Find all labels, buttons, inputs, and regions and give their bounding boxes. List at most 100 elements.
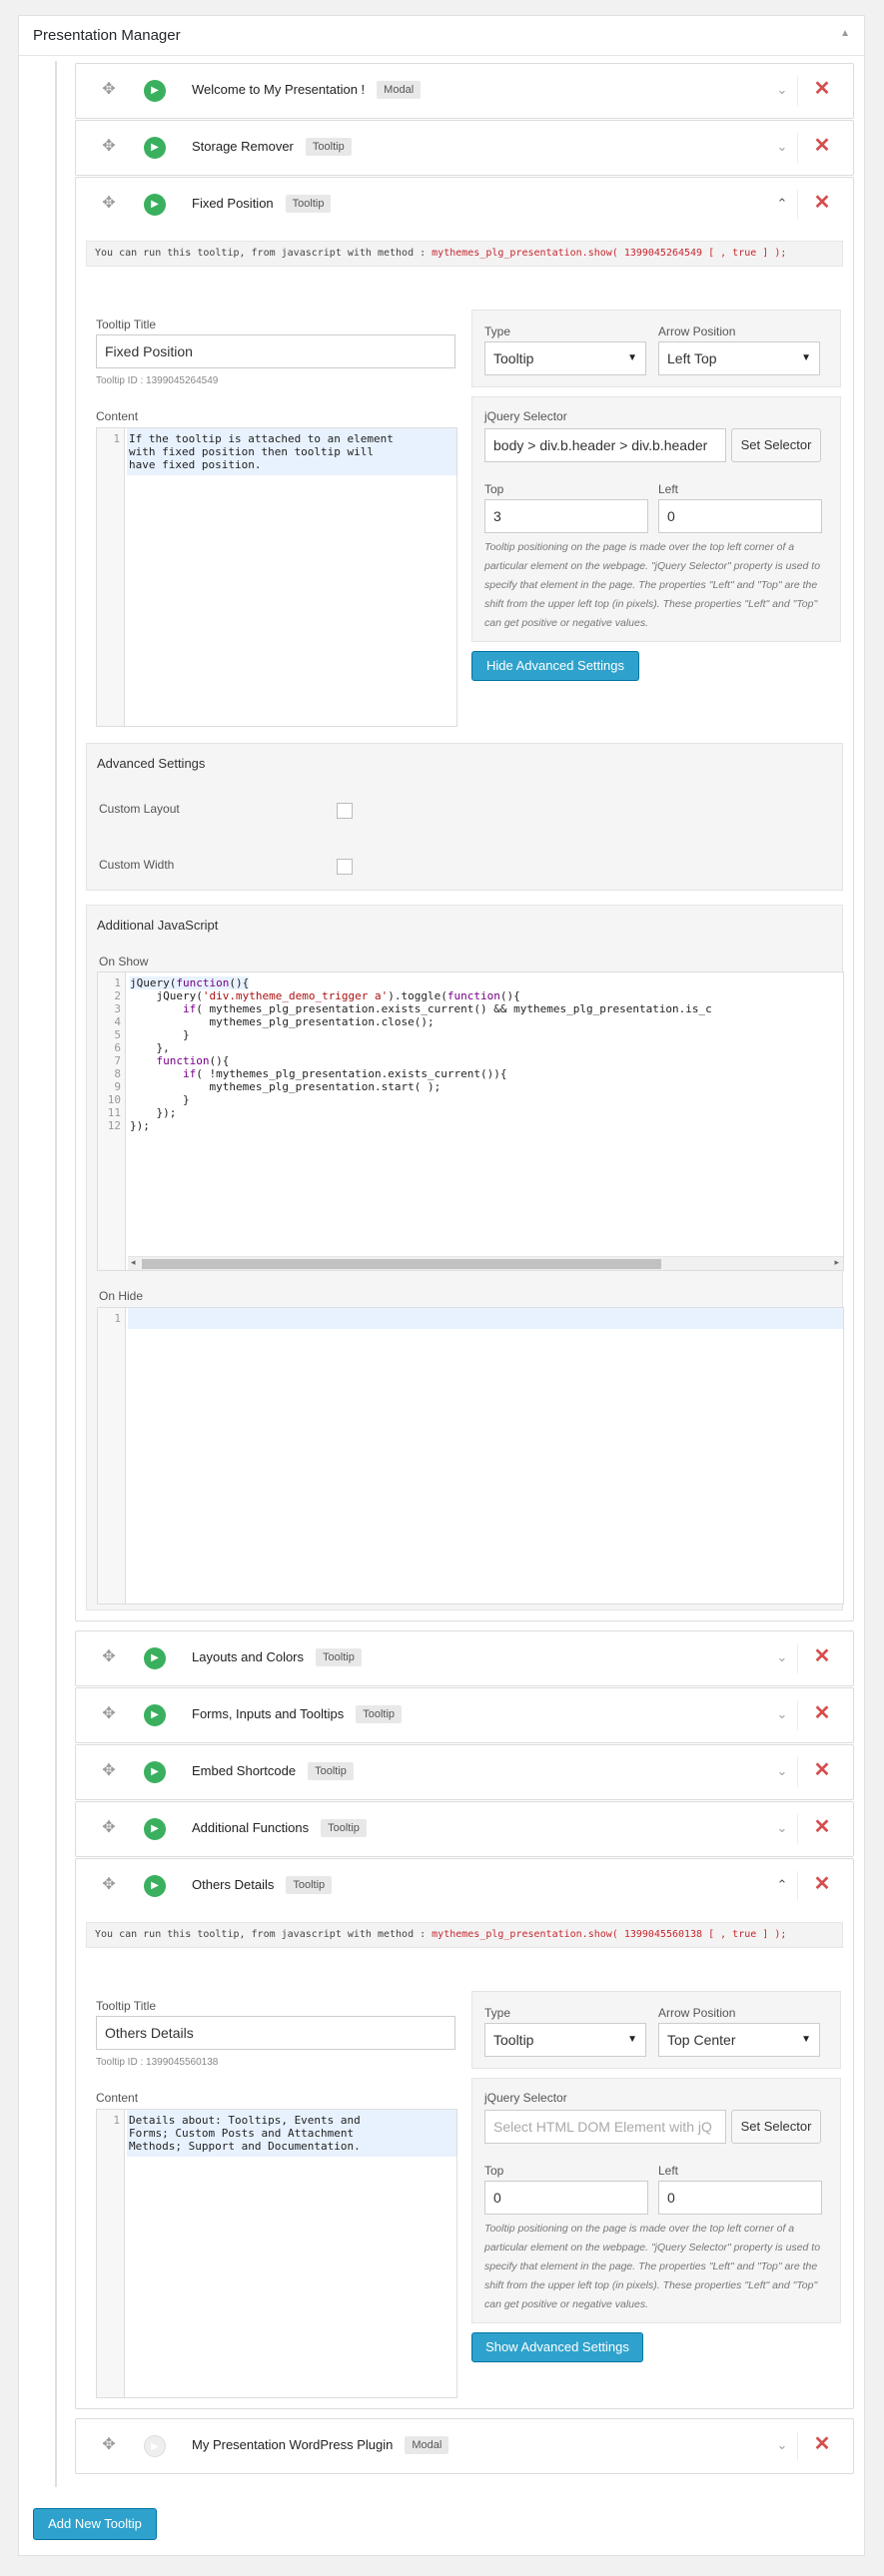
drag-handle-icon[interactable]: ✥ <box>100 1762 118 1780</box>
tooltip-item: ✥ ▶ Additional Functions Tooltip ⌄ ✕ <box>75 1801 854 1857</box>
play-icon[interactable]: ▶ <box>144 80 166 102</box>
arrow-position-label: Arrow Position <box>658 2006 736 2020</box>
type-select[interactable]: Tooltip ▼ <box>484 2023 646 2057</box>
presentation-manager: Presentation Manager ▲ ✥ ▶ Welcome to My… <box>18 15 865 2556</box>
drag-handle-icon[interactable]: ✥ <box>100 1705 118 1723</box>
drag-handle-icon[interactable]: ✥ <box>100 1648 118 1666</box>
timeline-line <box>55 61 57 2487</box>
item-bar[interactable]: ✥ ▶ Welcome to My Presentation ! Modal ⌄ … <box>76 64 853 118</box>
delete-icon[interactable]: ✕ <box>811 78 833 100</box>
chevron-up-icon[interactable]: ⌃ <box>773 1876 791 1894</box>
chevron-down-icon[interactable]: ⌄ <box>773 1705 791 1723</box>
item-title: My Presentation WordPress Plugin Modal <box>192 2436 449 2455</box>
delete-icon[interactable]: ✕ <box>811 2433 833 2455</box>
show-advanced-settings-button[interactable]: Show Advanced Settings <box>471 2332 643 2362</box>
content-editor[interactable]: 1 If the tooltip is attached to an eleme… <box>96 427 457 727</box>
chevron-down-icon[interactable]: ⌄ <box>773 2436 791 2454</box>
chevron-down-icon[interactable]: ⌄ <box>773 1762 791 1780</box>
play-icon[interactable]: ▶ <box>144 1875 166 1897</box>
play-icon[interactable]: ▶ <box>144 1818 166 1840</box>
delete-icon[interactable]: ✕ <box>811 1702 833 1724</box>
drag-handle-icon[interactable]: ✥ <box>100 138 118 156</box>
left-input[interactable] <box>658 2181 822 2215</box>
delete-icon[interactable]: ✕ <box>811 1816 833 1838</box>
hide-advanced-settings-button[interactable]: Hide Advanced Settings <box>471 651 639 681</box>
set-selector-button[interactable]: Set Selector <box>731 2110 821 2144</box>
play-icon[interactable]: ▶ <box>144 1647 166 1669</box>
type-badge: Tooltip <box>316 1648 362 1666</box>
custom-layout-checkbox[interactable] <box>337 803 353 819</box>
play-icon-disabled[interactable]: ▶ <box>144 2435 166 2457</box>
chevron-down-icon[interactable]: ⌄ <box>773 138 791 156</box>
delete-icon[interactable]: ✕ <box>811 135 833 157</box>
tooltip-item-expanded: ✥ ▶ Fixed Position Tooltip ⌃ ✕ You can ru… <box>75 177 854 1621</box>
tooltip-item: ✥ ▶ My Presentation WordPress Plugin Moda… <box>75 2418 854 2474</box>
tooltip-title-input[interactable] <box>96 334 455 368</box>
content-editor[interactable]: 1 Details about: Tooltips, Events and Fo… <box>96 2109 457 2398</box>
content-label: Content <box>96 2091 139 2105</box>
item-bar[interactable]: ✥ ▶ My Presentation WordPress Plugin Moda… <box>76 2419 853 2473</box>
type-select[interactable]: Tooltip ▼ <box>484 341 646 375</box>
item-bar[interactable]: ✥ ▶ Forms, Inputs and Tooltips Tooltip ⌄ … <box>76 1688 853 1742</box>
on-show-label: On Show <box>99 955 149 968</box>
arrow-position-select[interactable]: Top Center ▼ <box>658 2023 820 2057</box>
item-bar[interactable]: ✥ ▶ Layouts and Colors Tooltip ⌄ ✕ <box>76 1631 853 1685</box>
top-input[interactable] <box>484 2181 648 2215</box>
jquery-selector-input[interactable] <box>484 428 726 462</box>
drag-handle-icon[interactable]: ✥ <box>100 1819 118 1837</box>
play-icon[interactable]: ▶ <box>144 137 166 159</box>
tooltip-title-input[interactable] <box>96 2016 455 2050</box>
item-bar[interactable]: ✥ ▶ Fixed Position Tooltip ⌃ ✕ <box>76 178 853 232</box>
item-bar[interactable]: ✥ ▶ Additional Functions Tooltip ⌄ ✕ <box>76 1802 853 1856</box>
dropdown-arrow-icon: ▼ <box>801 352 811 363</box>
add-new-tooltip-button[interactable]: Add New Tooltip <box>33 2508 157 2540</box>
chevron-up-icon[interactable]: ⌃ <box>773 195 791 213</box>
arrow-position-select[interactable]: Left Top ▼ <box>658 341 820 375</box>
type-badge: Tooltip <box>286 1876 333 1894</box>
play-icon[interactable]: ▶ <box>144 1761 166 1783</box>
item-bar[interactable]: ✥ ▶ Storage Remover Tooltip ⌄ ✕ <box>76 121 853 175</box>
scrollbar-thumb[interactable] <box>142 1259 661 1269</box>
set-selector-button[interactable]: Set Selector <box>731 428 821 462</box>
play-icon[interactable]: ▶ <box>144 1704 166 1726</box>
advanced-settings-title: Advanced Settings <box>97 756 206 771</box>
position-panel: jQuery Selector Set Selector Top Left To… <box>471 2078 841 2323</box>
drag-handle-icon[interactable]: ✥ <box>100 81 118 99</box>
on-show-editor[interactable]: 1 2 3 4 5 6 7 8 9 10 11 12 jQuery(functi… <box>97 971 844 1271</box>
delete-icon[interactable]: ✕ <box>811 1873 833 1895</box>
jquery-selector-input[interactable] <box>484 2110 726 2144</box>
drag-handle-icon[interactable]: ✥ <box>100 2436 118 2454</box>
drag-handle-icon[interactable]: ✥ <box>100 1876 118 1894</box>
on-hide-code <box>128 1308 843 1329</box>
play-icon[interactable]: ▶ <box>144 194 166 216</box>
dropdown-arrow-icon: ▼ <box>801 2034 811 2045</box>
top-label: Top <box>484 482 504 496</box>
tooltip-title-label: Tooltip Title <box>96 1999 157 2013</box>
item-bar[interactable]: ✥ ▶ Embed Shortcode Tooltip ⌄ ✕ <box>76 1745 853 1799</box>
tooltip-item: ✥ ▶ Forms, Inputs and Tooltips Tooltip ⌄ … <box>75 1687 854 1743</box>
item-title: Layouts and Colors Tooltip <box>192 1648 362 1667</box>
chevron-down-icon[interactable]: ⌄ <box>773 81 791 99</box>
item-bar[interactable]: ✥ ▶ Others Details Tooltip ⌃ ✕ <box>76 1859 853 1913</box>
delete-icon[interactable]: ✕ <box>811 1759 833 1781</box>
custom-width-label: Custom Width <box>99 858 175 872</box>
delete-icon[interactable]: ✕ <box>811 1645 833 1667</box>
type-badge: Tooltip <box>308 1762 354 1780</box>
on-hide-editor[interactable]: 1 <box>97 1307 844 1605</box>
left-label: Left <box>658 2164 679 2178</box>
run-method-info: You can run this tooltip, from javascrip… <box>86 241 843 267</box>
delete-icon[interactable]: ✕ <box>811 192 833 214</box>
chevron-down-icon[interactable]: ⌄ <box>773 1648 791 1666</box>
item-title: Forms, Inputs and Tooltips Tooltip <box>192 1705 403 1724</box>
top-input[interactable] <box>484 499 648 533</box>
method-call: mythemes_plg_presentation.show( 13990452… <box>432 248 787 259</box>
left-input[interactable] <box>658 499 822 533</box>
chevron-down-icon[interactable]: ⌄ <box>773 1819 791 1837</box>
drag-handle-icon[interactable]: ✥ <box>100 195 118 213</box>
horizontal-scrollbar[interactable]: ◂ ▸ <box>128 1256 843 1270</box>
custom-width-checkbox[interactable] <box>337 859 353 875</box>
dropdown-arrow-icon: ▼ <box>627 2034 637 2045</box>
item-title: Embed Shortcode Tooltip <box>192 1762 354 1781</box>
collapse-up-icon[interactable]: ▲ <box>840 28 850 39</box>
type-badge: Tooltip <box>356 1705 403 1723</box>
